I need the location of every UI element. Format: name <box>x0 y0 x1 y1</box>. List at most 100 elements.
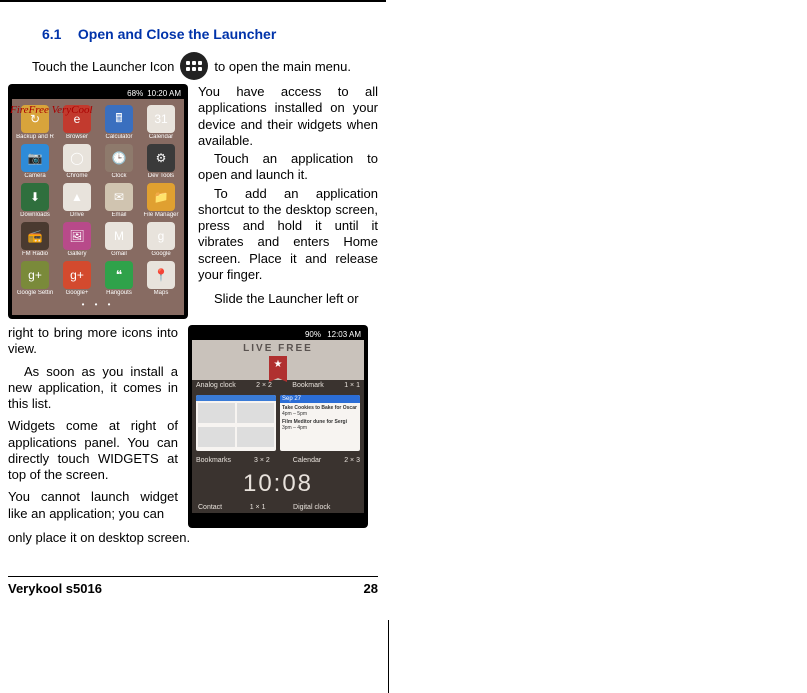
app-cell: 🖩Calculator <box>100 105 138 140</box>
app-icon: ↻ <box>21 105 49 133</box>
app-icon: 📍 <box>147 261 175 289</box>
app-icon: ✉ <box>105 183 133 211</box>
widget-label: Bookmarks <box>196 457 231 464</box>
app-cell: 🕒Clock <box>100 144 138 179</box>
app-label: Downloads <box>16 212 54 218</box>
app-label: Drive <box>58 212 96 218</box>
document-page: 6.1 Open and Close the Launcher Touch th… <box>0 0 386 604</box>
app-cell: 🖼Gallery <box>58 222 96 257</box>
app-label: Browser <box>58 134 96 140</box>
widgets-row: Sep 27 Take Cookies to Bake for Oscar 4p… <box>192 391 364 455</box>
widgets-panel: LIVE FREE ★ Analog clock 2 × 2 Bookmark … <box>192 340 364 513</box>
widget-size: 1 × 1 <box>250 504 266 511</box>
app-cell: ↻Backup and R <box>16 105 54 140</box>
app-icon: 📻 <box>21 222 49 250</box>
paragraph: right to bring more icons into view. <box>8 325 178 358</box>
app-icon: ⚙ <box>147 144 175 172</box>
app-label: Gallery <box>58 251 96 257</box>
page-indicator-dots: • • • <box>14 298 182 311</box>
section-heading: 6.1 Open and Close the Launcher <box>8 26 378 44</box>
section-title: Open and Close the Launcher <box>78 26 276 42</box>
calendar-item-time: 4pm – 5pm <box>282 411 358 417</box>
phone-status-bar: 90% 12:03 AM <box>192 329 364 340</box>
widget-label: Contact <box>198 504 222 511</box>
app-cell: 📻FM Radio <box>16 222 54 257</box>
app-icon: e <box>63 105 91 133</box>
app-icon: 🖼 <box>63 222 91 250</box>
paragraph: Slide the Launcher left or <box>198 291 378 307</box>
app-icon: 31 <box>147 105 175 133</box>
wallpaper-text: LIVE FREE <box>243 343 313 354</box>
app-label: Calendar <box>142 134 180 140</box>
calendar-date: Sep 27 <box>280 395 360 403</box>
app-cell: MGmail <box>100 222 138 257</box>
app-cell: gGoogle <box>142 222 180 257</box>
app-icon: g <box>147 222 175 250</box>
app-icon: ❝ <box>105 261 133 289</box>
phone-widgets-screenshot: 90% 12:03 AM LIVE FREE ★ Analog clock 2 … <box>188 325 368 528</box>
app-label: Email <box>100 212 138 218</box>
app-cell: 📷Camera <box>16 144 54 179</box>
row-2: right to bring more icons into view. As … <box>8 325 378 528</box>
paragraph: Widgets come at right of applications pa… <box>8 418 178 483</box>
app-label: Gmail <box>100 251 138 257</box>
closing-line: only place it on desktop screen. <box>8 530 378 546</box>
app-cell: g+Google Settin <box>16 261 54 296</box>
clock-indicator: 12:03 AM <box>327 330 361 339</box>
app-cell: ❝Hangouts <box>100 261 138 296</box>
app-cell: eBrowser <box>58 105 96 140</box>
clock-indicator: 10:20 AM <box>147 89 181 98</box>
app-icon: ⬇ <box>21 183 49 211</box>
widget-size: 2 × 3 <box>344 457 360 464</box>
app-cell: g+Google+ <box>58 261 96 296</box>
app-label: FM Radio <box>16 251 54 257</box>
app-icon: g+ <box>63 261 91 289</box>
app-label: Calculator <box>100 134 138 140</box>
intro-before: Touch the Launcher Icon <box>32 59 174 74</box>
widgets-row-header: Bookmarks 3 × 2 Calendar 2 × 3 <box>192 455 364 466</box>
app-cell: ⬇Downloads <box>16 183 54 218</box>
page-footer: Verykool s5016 28 <box>8 576 378 596</box>
app-icon: ◯ <box>63 144 91 172</box>
battery-indicator: 90% <box>305 330 321 339</box>
apps-grid: ↻Backup and ReBrowser🖩Calculator31Calend… <box>14 103 182 298</box>
paragraph: You cannot launch widget like an applica… <box>8 489 178 522</box>
app-icon: 🖩 <box>105 105 133 133</box>
app-icon: 📷 <box>21 144 49 172</box>
right-margin-rule <box>388 620 389 693</box>
widget-label: Bookmark <box>292 382 324 389</box>
calendar-widget-preview: Sep 27 Take Cookies to Bake for Oscar 4p… <box>280 395 360 451</box>
app-icon: M <box>105 222 133 250</box>
page-number: 28 <box>364 581 378 596</box>
right-text-column: You have access to all applications inst… <box>198 84 378 319</box>
paragraph: To add an application shortcut to the de… <box>198 186 378 284</box>
app-cell: ⚙Dev Tools <box>142 144 180 179</box>
app-label: Google <box>142 251 180 257</box>
app-label: Google+ <box>58 290 96 296</box>
phone-apps-screenshot: 68% 10:20 AM FireFree VeryCool ↻Backup a… <box>8 84 188 319</box>
clock-time: 10:08 <box>192 466 364 502</box>
app-label: Hangouts <box>100 290 138 296</box>
app-label: Chrome <box>58 173 96 179</box>
app-cell: 📁File Manager <box>142 183 180 218</box>
widget-size: 3 × 2 <box>254 457 270 464</box>
app-cell: ✉Email <box>100 183 138 218</box>
paragraph: As soon as you install a new application… <box>8 364 178 413</box>
app-label: Clock <box>100 173 138 179</box>
intro-after: to open the main menu. <box>214 59 351 74</box>
app-cell: 31Calendar <box>142 105 180 140</box>
widgets-row-header: Analog clock 2 × 2 Bookmark 1 × 1 <box>192 380 364 391</box>
app-label: Backup and R <box>16 134 54 140</box>
launcher-icon <box>180 52 208 80</box>
row-1: 68% 10:20 AM FireFree VeryCool ↻Backup a… <box>8 84 378 319</box>
calendar-item-time: 3pm – 4pm <box>282 425 358 431</box>
paragraph: Touch an application to open and launch … <box>198 151 378 184</box>
phone-apps-grid-area: FireFree VeryCool ↻Backup and ReBrowser🖩… <box>12 99 184 315</box>
bookmark-icon: ★ <box>269 356 287 378</box>
widget-label: Analog clock <box>196 382 236 389</box>
app-icon: 📁 <box>147 183 175 211</box>
app-cell: ▲Drive <box>58 183 96 218</box>
app-label: Camera <box>16 173 54 179</box>
widget-label: Calendar <box>293 457 321 464</box>
battery-indicator: 68% <box>127 89 143 98</box>
